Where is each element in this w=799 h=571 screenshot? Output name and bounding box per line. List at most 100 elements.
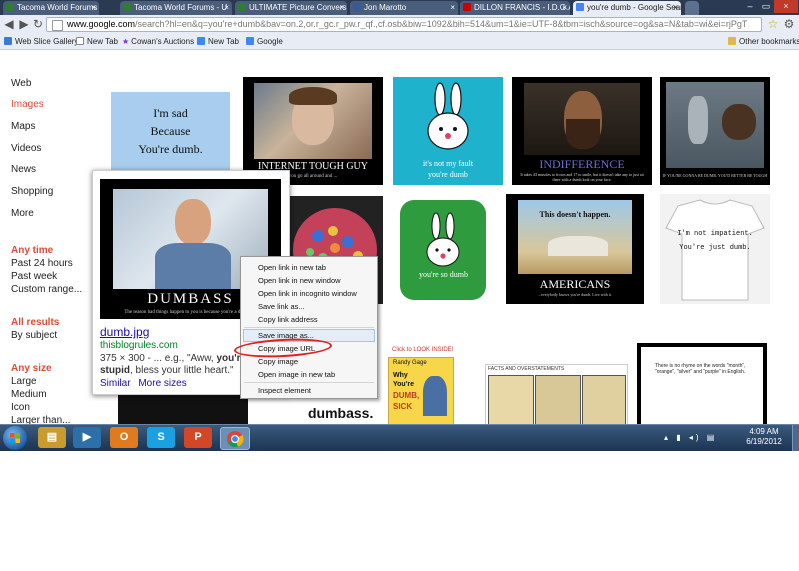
favicon-icon [123,3,131,11]
windows-logo-icon [10,433,20,443]
result-filename-link[interactable]: dumb.jpg [100,325,149,339]
menu-open-image-new-tab[interactable]: Open image in new tab [258,370,335,379]
close-tab-icon[interactable]: × [450,1,455,15]
filter-past-week[interactable]: Past week [11,271,57,282]
start-button[interactable] [3,426,27,450]
menu-open-link-incognito[interactable]: Open link in incognito window [258,289,357,298]
close-tab-icon[interactable]: × [339,1,344,15]
image-result-dumb-tough[interactable]: IF YOU'RE GONNA BE DUMB, YOU'D BETTER BE… [660,77,770,185]
filter-medium[interactable]: Medium [11,389,47,400]
system-tray-icons[interactable]: ▴ ▮ ◂) ▤ [664,433,717,442]
bookmark-new-tab-2[interactable]: New Tab [197,35,239,49]
powerpoint-icon[interactable]: P [184,427,212,448]
reload-icon[interactable]: ↻ [31,17,45,31]
bunny-illustration [427,82,469,150]
image-result-americans[interactable]: This doesn't happen. AMERICANS ...everyb… [506,194,644,304]
image-result-bunny-wristband[interactable]: you're so dumb [397,196,490,304]
close-tab-icon[interactable]: × [673,1,678,15]
wrench-icon[interactable]: ⚙ [782,17,796,31]
tab-1[interactable]: Tacoma World Forums - U× [3,1,99,15]
tab-6-active[interactable]: you're dumb - Google Sear × [573,1,681,15]
explorer-icon[interactable]: ▤ [38,427,66,448]
clock-time: 4:09 AM [749,427,779,436]
outlook-icon[interactable]: O [110,427,138,448]
bookmark-google[interactable]: Google [246,35,283,49]
image-result-dumbass-text[interactable]: dumbass. [268,395,388,425]
menu-inspect-element[interactable]: Inspect element [258,386,311,395]
chrome-icon [227,431,244,448]
bunny-illustration [426,212,460,267]
tab-4[interactable]: Jon Marotto × [350,1,458,15]
tab-3[interactable]: ULTIMATE Picture Convers × [235,1,347,15]
image-result-book[interactable]: Click to LOOK INSIDE! Randy Gage Why You… [388,345,456,425]
context-menu: Open link in new tab Open link in new wi… [240,256,378,399]
result-actions: Similar More sizes [100,378,187,389]
nav-news[interactable]: News [11,164,36,175]
filter-all-results[interactable]: All results [11,317,59,328]
tab-strip: Tacoma World Forums - U× Tacoma World Fo… [0,0,799,15]
bookmark-star-icon[interactable]: ☆ [766,17,780,31]
nav-more[interactable]: More [11,208,34,219]
photo [254,83,372,159]
show-desktop-button[interactable] [792,425,799,451]
media-player-icon[interactable]: ▶ [73,427,101,448]
bookmark-cowans-auctions[interactable]: ★ Cowan's Auctions [122,35,194,49]
image-result-internet-tough-guy[interactable]: INTERNET TOUGH GUY you go all around and… [243,77,383,185]
similar-link[interactable]: Similar [100,378,131,389]
address-bar[interactable]: www.google.com/search?hl=en&q=you're+dum… [46,17,762,32]
close-tab-icon[interactable]: × [224,1,229,15]
clock-date: 6/19/2012 [746,437,782,446]
filter-custom-range[interactable]: Custom range... [11,284,82,295]
menu-open-link-new-tab[interactable]: Open link in new tab [258,263,326,272]
close-tab-icon[interactable]: × [91,1,96,15]
bookmark-web-slice-gallery[interactable]: Web Slice Gallery [4,35,78,49]
image-result-sad-dumb[interactable]: I'm sad Because You're dumb. [111,92,230,170]
image-result-bunny-not-my-fault[interactable]: it's not my fault you're dumb [393,77,503,185]
image-result-comic[interactable]: FACTS AND OVERSTATEMENTS [485,364,628,426]
youtube-icon [463,3,471,11]
nav-images[interactable]: Images [11,99,44,110]
menu-copy-link-address[interactable]: Copy link address [258,315,318,324]
skype-icon[interactable]: S [147,427,175,448]
filter-past-24-hours[interactable]: Past 24 hours [11,258,73,269]
image-result-stupid-being[interactable] [118,393,248,425]
google-favicon-icon [576,3,584,11]
menu-copy-image[interactable]: Copy image [258,357,298,366]
nav-videos[interactable]: Videos [11,143,41,154]
close-window-button[interactable]: × [774,0,798,13]
more-sizes-link[interactable]: More sizes [138,378,186,389]
star-icon: ★ [122,37,130,46]
filter-any-size[interactable]: Any size [11,363,52,374]
tab-5[interactable]: DILLON FRANCIS - I.D.G.A.F× [460,1,570,15]
nav-shopping[interactable]: Shopping [11,186,53,197]
bookmark-new-tab[interactable]: New Tab [76,35,118,49]
clock[interactable]: 4:09 AM 6/19/2012 [740,427,788,447]
maximize-button[interactable]: ▭ [758,0,774,13]
new-tab-button[interactable] [685,1,699,15]
nav-web[interactable]: Web [11,78,31,89]
tab-2[interactable]: Tacoma World Forums - U × [120,1,232,15]
image-result-tshirt[interactable]: I'm not impatient. You're just dumb. [660,194,770,304]
browser-toolbar: ◀ ▶ ↻ www.google.com/search?hl=en&q=you'… [0,15,799,36]
chrome-taskbar-icon[interactable] [220,427,250,450]
back-icon[interactable]: ◀ [2,17,16,31]
image-result-text-note[interactable]: There is no rhyme on the words "month", … [637,343,767,425]
photo [524,83,640,155]
filter-by-subject[interactable]: By subject [11,330,57,341]
folder-icon [728,37,736,45]
image-result-indifference[interactable]: INDIFFERENCE It takes 43 muscles to frow… [512,77,652,185]
other-bookmarks[interactable]: Other bookmarks [728,35,799,49]
filter-any-time[interactable]: Any time [11,245,53,256]
filter-large[interactable]: Large [11,376,37,387]
menu-save-link-as[interactable]: Save link as... [258,302,305,311]
forward-icon[interactable]: ▶ [17,17,31,31]
favicon-icon [6,3,14,11]
minimize-button[interactable]: – [742,0,758,13]
menu-separator [244,382,374,383]
filter-icon[interactable]: Icon [11,402,30,413]
menu-open-link-new-window[interactable]: Open link in new window [258,276,341,285]
nav-maps[interactable]: Maps [11,121,35,132]
close-tab-icon[interactable]: × [562,1,567,15]
google-favicon-icon [197,37,205,45]
photo [666,82,764,168]
